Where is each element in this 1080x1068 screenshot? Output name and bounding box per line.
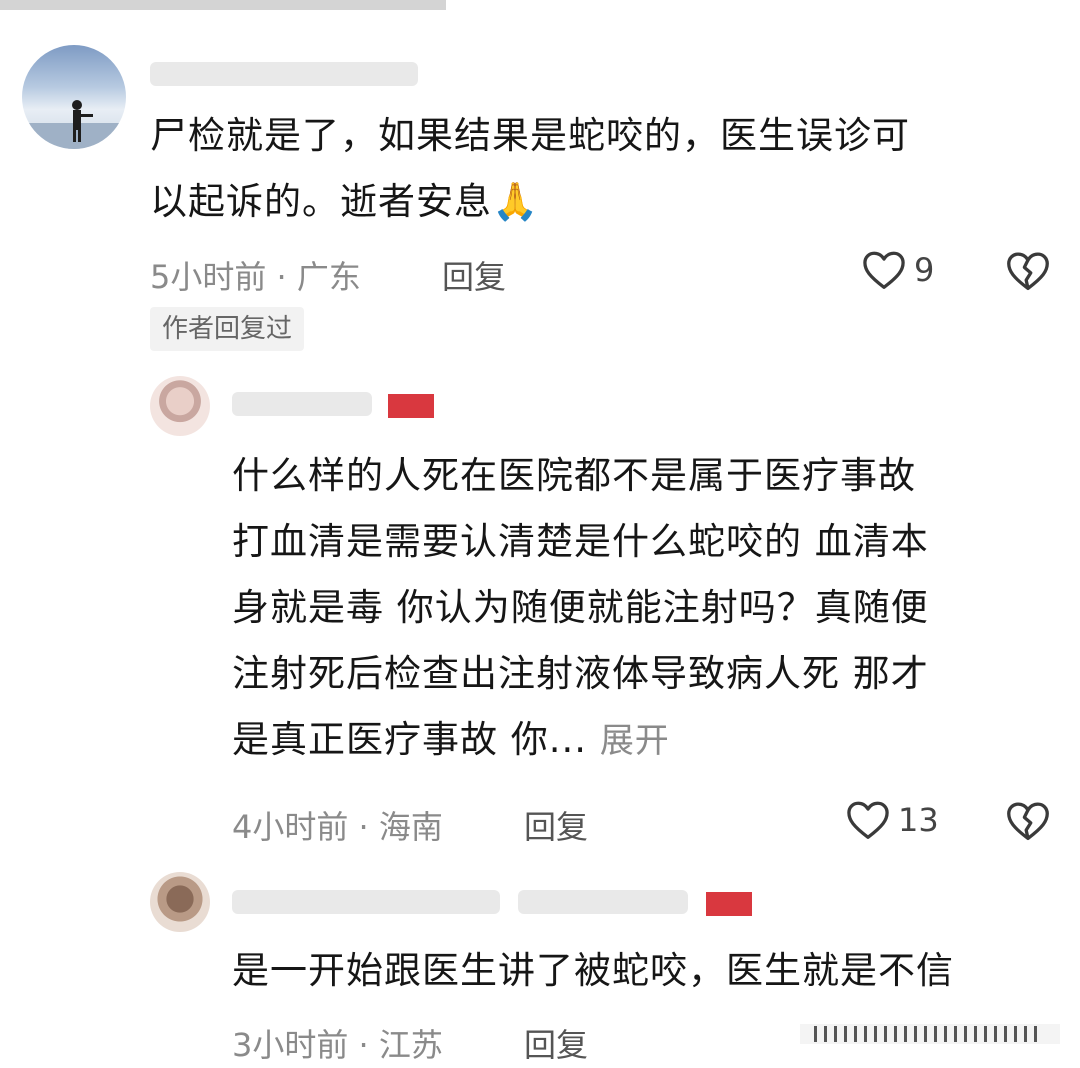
comment-time-location: 4小时前 · 海南 bbox=[232, 808, 443, 846]
author-replied-tag: 作者回复过 bbox=[150, 307, 305, 351]
dislike-button[interactable] bbox=[1006, 800, 1050, 846]
username-blurred[interactable] bbox=[232, 392, 372, 416]
user-avatar[interactable] bbox=[150, 872, 210, 932]
user-avatar[interactable] bbox=[150, 376, 210, 436]
heart-outline-icon bbox=[847, 801, 889, 839]
user-badge bbox=[706, 892, 752, 916]
user-badge bbox=[388, 394, 434, 418]
broken-heart-icon bbox=[1007, 252, 1049, 291]
username-blurred[interactable] bbox=[150, 62, 418, 86]
like-button[interactable]: 13 bbox=[846, 800, 939, 840]
like-button[interactable]: 9 bbox=[862, 250, 934, 290]
like-count: 9 bbox=[914, 251, 935, 289]
user-avatar[interactable] bbox=[22, 45, 126, 149]
reply-button[interactable]: 回复 bbox=[442, 252, 506, 298]
top-divider bbox=[0, 0, 446, 10]
username-blurred[interactable] bbox=[232, 890, 500, 914]
avatar-image-icon bbox=[22, 100, 126, 149]
reply-button[interactable]: 回复 bbox=[524, 802, 588, 848]
comment-time-location: 3小时前 · 江苏 bbox=[232, 1026, 443, 1064]
watermark-icon bbox=[800, 1024, 1060, 1044]
expand-link[interactable]: 展开 bbox=[600, 721, 670, 761]
comment-text: 是一开始跟医生讲了被蛇咬，医生就是不信 bbox=[232, 949, 954, 992]
reply-to-username-blurred[interactable] bbox=[518, 890, 688, 914]
comment-time-location: 5小时前 · 广东 bbox=[150, 258, 361, 296]
reply-button[interactable]: 回复 bbox=[524, 1020, 588, 1066]
heart-outline-icon bbox=[863, 251, 905, 289]
like-count: 13 bbox=[898, 801, 939, 839]
comment-text: 尸检就是了，如果结果是蛇咬的，医生误诊可 以起诉的。逝者安息🙏 bbox=[150, 114, 910, 223]
dislike-button[interactable] bbox=[1006, 250, 1050, 296]
broken-heart-icon bbox=[1007, 802, 1049, 841]
comment-text: 什么样的人死在医院都不是属于医疗事故 打血清是需要认清楚是什么蛇咬的 血清本 身… bbox=[232, 454, 929, 761]
